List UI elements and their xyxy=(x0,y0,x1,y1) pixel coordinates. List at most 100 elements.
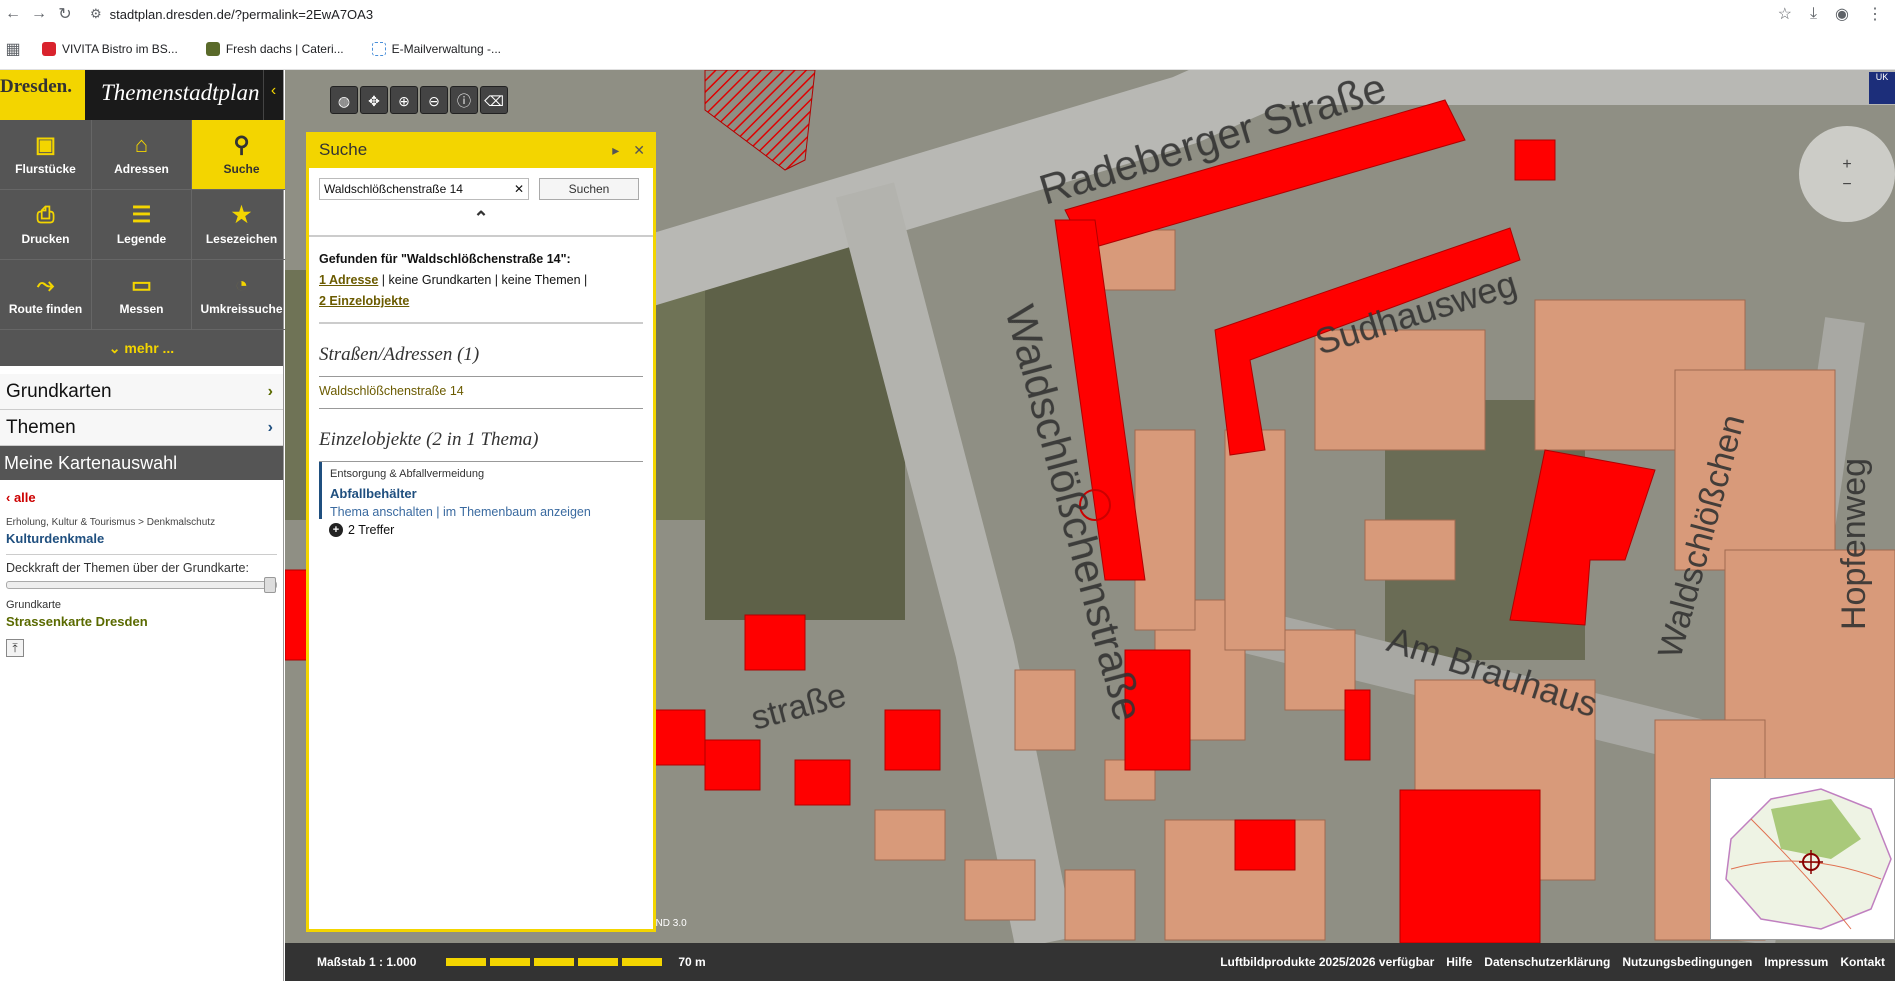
bookmark-vivita[interactable]: VIVITA Bistro im BS... xyxy=(42,41,178,56)
search-button[interactable]: Suchen xyxy=(539,178,639,200)
zoom-out-icon[interactable]: ⊖ xyxy=(420,86,448,114)
tool-label: Legende xyxy=(116,231,167,246)
radius-icon: ◔ xyxy=(234,271,249,297)
objects-section: Einzelobjekte (2 in 1 Thema) Entsorgung … xyxy=(319,409,643,537)
object-name[interactable]: Abfallbehälter xyxy=(330,486,643,501)
bookmark-fresh-dachs[interactable]: Fresh dachs | Cateri... xyxy=(205,41,344,56)
tool-legende[interactable]: ☰ Legende xyxy=(92,190,192,260)
treffer-toggle[interactable]: +2 Treffer xyxy=(329,523,643,537)
chevron-left-icon: ‹ xyxy=(6,490,14,505)
grundkarte-link[interactable]: Strassenkarte Dresden xyxy=(6,614,277,629)
tool-drucken[interactable]: ⎙ Drucken xyxy=(0,190,92,260)
opacity-label: Deckkraft der Themen über der Grundkarte… xyxy=(6,561,249,575)
opacity-slider[interactable] xyxy=(6,577,277,593)
upload-icon[interactable]: ⤒ xyxy=(6,639,24,657)
info-icon[interactable]: ⓘ xyxy=(450,86,478,114)
pan-icon[interactable]: ✥ xyxy=(360,86,388,114)
tool-grid: ▣ Flurstücke ⌂ Adressen ⚲ Suche ⎙ Drucken ☰ L… xyxy=(0,120,292,330)
collapse-sidebar-icon[interactable]: ‹ xyxy=(263,70,283,120)
search-input[interactable]: Waldschlößchenstraße 14 ✕ xyxy=(319,178,529,200)
themen-row[interactable]: Themen › xyxy=(0,410,283,446)
overview-map[interactable] xyxy=(1710,778,1895,940)
objects-heading: Einzelobjekte (2 in 1 Thema) xyxy=(319,409,643,462)
link-luftbild[interactable]: Luftbildprodukte 2025/2026 verfügbar xyxy=(1220,955,1434,969)
chevron-right-icon: › xyxy=(267,382,273,400)
object-category: Entsorgung & Abfallvermeidung xyxy=(330,468,485,480)
profile-icon[interactable]: ◉ xyxy=(1835,4,1849,24)
tool-adressen[interactable]: ⌂ Adressen xyxy=(92,120,192,190)
zoom-in-icon[interactable]: ⊕ xyxy=(390,86,418,114)
close-icon[interactable]: ✕ xyxy=(633,142,645,159)
grundkarten-label: Grundkarten xyxy=(6,380,112,402)
tool-label: Route finden xyxy=(8,301,83,316)
tool-umkreissuche[interactable]: ◔ Umkreissuche xyxy=(192,260,292,330)
link-nutzungsbedingungen[interactable]: Nutzungsbedingungen xyxy=(1622,955,1752,969)
download-icon[interactable]: ⤓ xyxy=(1810,5,1817,23)
status-bar: Maßstab 1 : 1.000 70 m Luftbildprodukte … xyxy=(285,943,1895,981)
search-summary: Gefunden für "Waldschlößchenstraße 14": … xyxy=(309,235,653,322)
apps-icon[interactable]: ▦ xyxy=(0,39,26,59)
route-icon: ⤳ xyxy=(36,271,55,297)
scale-length: 70 m xyxy=(678,955,706,969)
tool-label: Drucken xyxy=(21,231,70,246)
zoom-in-button[interactable]: + xyxy=(1835,156,1859,176)
overview-map-graphic xyxy=(1725,788,1892,930)
bookmark-email[interactable]: E-Mailverwaltung -... xyxy=(371,41,501,56)
tool-label: Umkreissuche xyxy=(200,301,283,316)
scale-label: Maßstab 1 : 1.000 xyxy=(317,955,417,969)
reload-icon[interactable]: ↻ xyxy=(52,4,78,24)
theme-breadcrumb: Erholung, Kultur & Tourismus > Denkmalsc… xyxy=(6,517,216,528)
mehr-button[interactable]: ⌄ mehr ... xyxy=(0,330,283,366)
plus-icon: + xyxy=(329,523,343,537)
slider-knob[interactable] xyxy=(264,577,276,593)
streets-heading: Straßen/Adressen (1) xyxy=(319,324,643,377)
address-bar[interactable]: ⚙ stadtplan.dresden.de/?permalink=2EwA7O… xyxy=(90,6,373,22)
link-datenschutz[interactable]: Datenschutzerklärung xyxy=(1484,955,1610,969)
site-settings-icon[interactable]: ⚙ xyxy=(90,6,102,22)
dresden-logo[interactable]: Dresden. xyxy=(0,70,85,120)
back-icon[interactable]: ← xyxy=(0,5,26,23)
forward-icon[interactable]: → xyxy=(26,5,52,23)
einzelobjekte-link[interactable]: 2 Einzelobjekte xyxy=(319,294,409,308)
object-result: Entsorgung & Abfallvermeidung Abfallbehä… xyxy=(319,462,643,519)
app-title: Themenstadtplan xyxy=(85,70,263,120)
streets-section: Straßen/Adressen (1) Waldschlößchenstraß… xyxy=(319,322,643,409)
globe-icon[interactable]: ◍ xyxy=(330,86,358,114)
address-result[interactable]: Waldschlößchenstraße 14 xyxy=(319,377,643,409)
menu-icon[interactable]: ⋮ xyxy=(1867,4,1883,24)
clear-icon[interactable]: ✕ xyxy=(514,182,524,196)
tool-route[interactable]: ⤳ Route finden xyxy=(0,260,92,330)
link-hilfe[interactable]: Hilfe xyxy=(1446,955,1472,969)
link-kontakt[interactable]: Kontakt xyxy=(1840,955,1885,969)
tool-label: Lesezeichen xyxy=(205,231,278,246)
tool-messen[interactable]: ▭ Messen xyxy=(92,260,192,330)
search-panel: Suche ▸ ✕ Waldschlößchenstraße 14 ✕ Suchen… xyxy=(306,132,656,932)
star-icon[interactable]: ☆ xyxy=(1778,4,1792,24)
email-icon xyxy=(371,41,386,56)
tool-suche[interactable]: ⚲ Suche xyxy=(192,120,292,190)
home-icon: ⌂ xyxy=(134,131,149,157)
adresse-link[interactable]: 1 Adresse xyxy=(319,273,378,287)
tool-label: Suche xyxy=(223,161,260,176)
tool-flurstuecke[interactable]: ▣ Flurstücke xyxy=(0,120,92,190)
expand-icon[interactable]: ▸ xyxy=(612,142,619,159)
tool-lesezeichen[interactable]: ★ Lesezeichen xyxy=(192,190,292,260)
grundkarten-row[interactable]: Grundkarten › xyxy=(0,374,283,410)
tool-label: Adressen xyxy=(114,161,169,176)
collapse-up-icon[interactable]: ⌃ xyxy=(309,208,653,229)
zoom-out-button[interactable]: − xyxy=(1835,176,1859,196)
street-hopfenweg: Hopfenweg xyxy=(1835,458,1873,630)
language-flag-icon[interactable]: UK xyxy=(1869,72,1895,104)
kulturdenkmale-link[interactable]: Kulturdenkmale xyxy=(6,531,277,546)
tool-label: Flurstücke xyxy=(15,161,76,176)
tool-label: Messen xyxy=(119,301,164,316)
selection-panel: ‹ alle Erholung, Kultur & Tourismus > De… xyxy=(0,480,283,663)
alle-link[interactable]: ‹ alle xyxy=(6,490,277,505)
eraser-icon[interactable]: ⌫ xyxy=(480,86,508,114)
zoom-control[interactable]: + − xyxy=(1799,126,1895,222)
brand-header: Dresden. Themenstadtplan ‹ xyxy=(0,70,283,120)
chevron-right-icon: › xyxy=(267,418,273,436)
link-impressum[interactable]: Impressum xyxy=(1764,955,1828,969)
treffer-label: 2 Treffer xyxy=(348,523,395,537)
object-actions[interactable]: Thema anschalten | im Themenbaum anzeige… xyxy=(330,505,643,519)
